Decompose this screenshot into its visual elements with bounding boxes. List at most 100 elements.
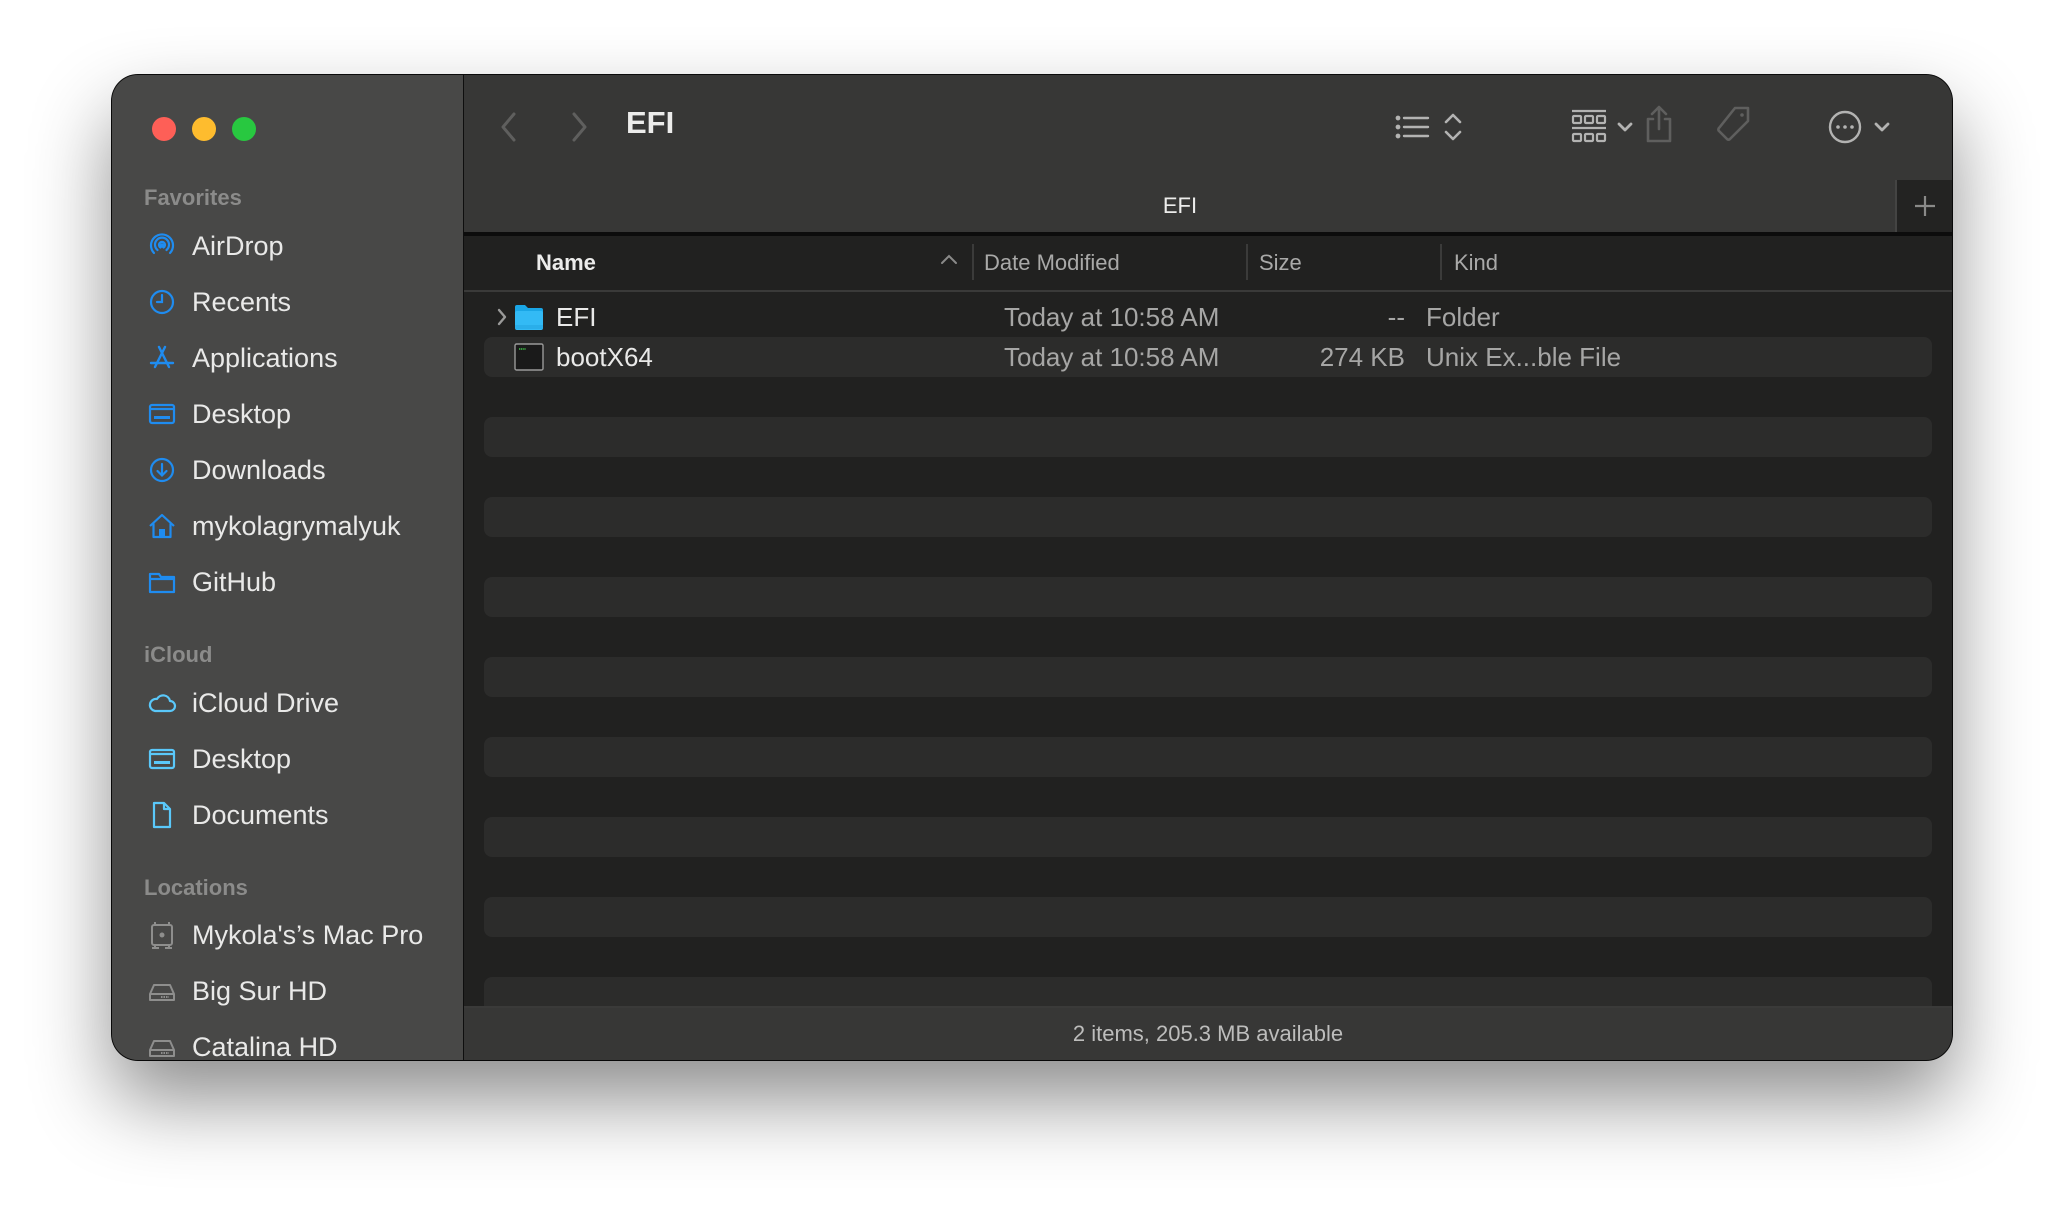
sidebar-section-locations: Locations bbox=[144, 875, 248, 900]
file-date: Today at 10:58 AM bbox=[1004, 341, 1220, 372]
row-stripe bbox=[484, 417, 1932, 457]
airdrop-icon bbox=[146, 230, 178, 262]
sidebar: Favorites AirDrop Recents Applications D… bbox=[112, 75, 464, 1060]
folder-icon bbox=[514, 297, 544, 337]
tag-button[interactable] bbox=[1709, 101, 1757, 149]
share-icon bbox=[1646, 105, 1672, 143]
sidebar-item-applications[interactable]: Applications bbox=[146, 336, 338, 380]
sidebar-item-label: Mykola's’s Mac Pro bbox=[192, 919, 424, 950]
desktop-icon bbox=[146, 743, 178, 775]
folder-icon bbox=[146, 566, 178, 598]
window-controls bbox=[152, 117, 256, 141]
column-resize-handle[interactable] bbox=[1440, 244, 1442, 280]
more-icon bbox=[1828, 110, 1862, 144]
file-date: Today at 10:58 AM bbox=[1004, 301, 1220, 332]
row-stripe bbox=[484, 577, 1932, 617]
sort-ascending-icon bbox=[940, 252, 958, 270]
applications-icon bbox=[146, 342, 178, 374]
sidebar-item-big-sur-hd[interactable]: Big Sur HD bbox=[146, 969, 327, 1013]
sidebar-item-desktop[interactable]: Desktop bbox=[146, 392, 291, 436]
row-stripe bbox=[484, 657, 1932, 697]
file-name: EFI bbox=[556, 301, 597, 332]
download-icon bbox=[146, 454, 178, 486]
toolbar: EFI bbox=[464, 75, 1952, 180]
sidebar-item-label: Downloads bbox=[192, 454, 326, 485]
table-row[interactable]: EFI Today at 10:58 AM -- Folder bbox=[484, 297, 1932, 337]
zoom-button[interactable] bbox=[232, 117, 256, 141]
row-stripe bbox=[484, 737, 1932, 777]
sidebar-item-documents[interactable]: Documents bbox=[146, 793, 329, 837]
column-date-modified[interactable]: Date Modified bbox=[984, 236, 1120, 290]
back-button[interactable] bbox=[494, 107, 524, 147]
close-button[interactable] bbox=[152, 117, 176, 141]
sidebar-item-icloud-desktop[interactable]: Desktop bbox=[146, 737, 291, 781]
forward-icon bbox=[572, 112, 587, 142]
main-pane: EFI EFI Name Date Modified Size Kind EFI… bbox=[464, 75, 1952, 1060]
sidebar-item-label: Applications bbox=[192, 342, 338, 373]
document-icon bbox=[146, 799, 178, 831]
sidebar-item-label: Recents bbox=[192, 286, 292, 317]
desktop-icon bbox=[146, 398, 178, 430]
sidebar-item-label: mykolagrymalyuk bbox=[192, 510, 401, 541]
disclosure-triangle[interactable] bbox=[496, 297, 508, 337]
sidebar-item-icloud-drive[interactable]: iCloud Drive bbox=[146, 681, 339, 725]
back-icon bbox=[501, 112, 516, 142]
column-kind[interactable]: Kind bbox=[1454, 236, 1498, 290]
file-list: EFI Today at 10:58 AM -- Folder bootX64 … bbox=[464, 292, 1952, 1020]
sidebar-item-downloads[interactable]: Downloads bbox=[146, 448, 326, 492]
column-size[interactable]: Size bbox=[1259, 236, 1302, 290]
group-icon bbox=[1571, 109, 1607, 143]
tag-icon bbox=[1717, 106, 1750, 141]
sidebar-section-favorites: Favorites bbox=[144, 185, 242, 210]
sidebar-item-recents[interactable]: Recents bbox=[146, 280, 291, 324]
tab-efi[interactable]: EFI bbox=[464, 180, 1896, 232]
view-mode-button[interactable] bbox=[1389, 105, 1469, 149]
sidebar-item-label: Desktop bbox=[192, 398, 292, 429]
file-kind: Folder bbox=[1426, 301, 1500, 332]
sidebar-section-icloud: iCloud bbox=[144, 642, 213, 667]
file-kind: Unix Ex...ble File bbox=[1426, 341, 1622, 372]
executable-icon bbox=[514, 337, 544, 377]
column-header: Name Date Modified Size Kind bbox=[464, 236, 1952, 292]
column-resize-handle[interactable] bbox=[1246, 244, 1248, 280]
file-size: 274 KB bbox=[1319, 341, 1405, 372]
sidebar-item-label: GitHub bbox=[192, 566, 277, 597]
sidebar-item-mac-pro[interactable]: Mykola's’s Mac Pro bbox=[146, 913, 423, 957]
sidebar-item-label: Desktop bbox=[192, 743, 292, 774]
sidebar-item-home[interactable]: mykolagrymalyuk bbox=[146, 504, 401, 548]
chevron-right-icon bbox=[497, 308, 507, 326]
share-button[interactable] bbox=[1639, 99, 1679, 149]
forward-button[interactable] bbox=[564, 107, 594, 147]
window-title: EFI bbox=[626, 105, 675, 140]
file-size: -- bbox=[1387, 301, 1405, 332]
tab-bar: EFI bbox=[464, 180, 1952, 236]
drive-icon bbox=[146, 975, 178, 1007]
new-tab-button[interactable] bbox=[1895, 180, 1952, 232]
table-row[interactable]: bootX64 Today at 10:58 AM 274 KB Unix Ex… bbox=[484, 337, 1932, 377]
sidebar-item-label: Documents bbox=[192, 799, 329, 830]
home-icon bbox=[146, 510, 178, 542]
chevron-down-icon bbox=[1617, 122, 1633, 132]
sidebar-item-airdrop[interactable]: AirDrop bbox=[146, 224, 284, 268]
sidebar-item-label: Big Sur HD bbox=[192, 975, 328, 1006]
chevron-down-icon bbox=[1874, 122, 1890, 132]
sidebar-item-github[interactable]: GitHub bbox=[146, 560, 276, 604]
plus-icon bbox=[1914, 196, 1935, 216]
more-actions-button[interactable] bbox=[1819, 103, 1899, 151]
finder-window: Favorites AirDrop Recents Applications D… bbox=[112, 75, 1952, 1060]
clock-icon bbox=[146, 286, 178, 318]
row-stripe bbox=[484, 817, 1932, 857]
file-name: bootX64 bbox=[556, 341, 653, 372]
sidebar-item-label: AirDrop bbox=[192, 230, 284, 261]
row-stripe bbox=[484, 897, 1932, 937]
minimize-button[interactable] bbox=[192, 117, 216, 141]
row-stripe bbox=[484, 497, 1932, 537]
sidebar-item-catalina-hd[interactable]: Catalina HD bbox=[146, 1025, 338, 1060]
column-name[interactable]: Name bbox=[536, 236, 596, 290]
sort-arrows-icon bbox=[1444, 113, 1462, 141]
column-resize-handle[interactable] bbox=[972, 244, 974, 280]
group-button[interactable] bbox=[1562, 103, 1642, 151]
sidebar-item-label: Catalina HD bbox=[192, 1031, 338, 1061]
list-view-icon bbox=[1395, 115, 1430, 139]
mac-pro-icon bbox=[146, 919, 178, 951]
